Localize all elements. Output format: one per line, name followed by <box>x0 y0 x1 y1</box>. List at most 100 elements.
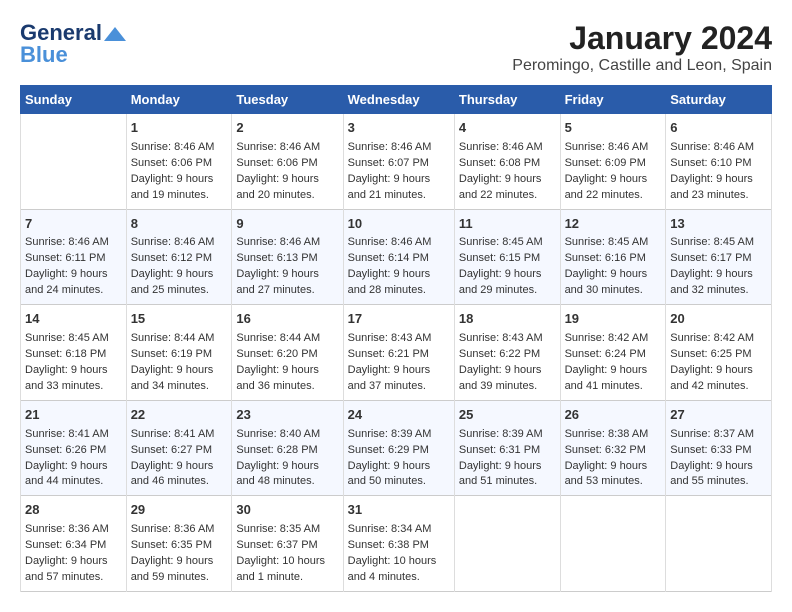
day-number: 8 <box>131 215 228 234</box>
cell-line-0: Sunrise: 8:46 AM <box>348 235 450 251</box>
cell-line-0: Sunrise: 8:45 AM <box>25 331 122 347</box>
cell-line-0: Sunrise: 8:39 AM <box>348 427 450 443</box>
cell-line-1: Sunset: 6:24 PM <box>565 347 662 363</box>
cell-5-1: 28Sunrise: 8:36 AMSunset: 6:34 PMDayligh… <box>21 496 127 592</box>
day-number: 23 <box>236 406 338 425</box>
cell-line-0: Sunrise: 8:38 AM <box>565 427 662 443</box>
cell-2-5: 11Sunrise: 8:45 AMSunset: 6:15 PMDayligh… <box>454 209 560 305</box>
cell-line-2: Daylight: 9 hours <box>670 172 767 188</box>
col-header-wednesday: Wednesday <box>343 86 454 114</box>
cell-line-0: Sunrise: 8:37 AM <box>670 427 767 443</box>
day-number: 16 <box>236 310 338 329</box>
cell-3-1: 14Sunrise: 8:45 AMSunset: 6:18 PMDayligh… <box>21 305 127 401</box>
cell-line-0: Sunrise: 8:46 AM <box>25 235 122 251</box>
cell-line-0: Sunrise: 8:44 AM <box>131 331 228 347</box>
day-number: 12 <box>565 215 662 234</box>
cell-line-1: Sunset: 6:12 PM <box>131 251 228 267</box>
cell-line-0: Sunrise: 8:36 AM <box>25 522 122 538</box>
cell-line-2: Daylight: 9 hours <box>131 267 228 283</box>
day-number: 3 <box>348 119 450 138</box>
col-header-thursday: Thursday <box>454 86 560 114</box>
cell-line-1: Sunset: 6:06 PM <box>131 156 228 172</box>
cell-line-3: and 36 minutes. <box>236 379 338 395</box>
cell-line-1: Sunset: 6:29 PM <box>348 443 450 459</box>
cell-line-1: Sunset: 6:28 PM <box>236 443 338 459</box>
cell-1-5: 4Sunrise: 8:46 AMSunset: 6:08 PMDaylight… <box>454 114 560 210</box>
cell-3-5: 18Sunrise: 8:43 AMSunset: 6:22 PMDayligh… <box>454 305 560 401</box>
col-header-tuesday: Tuesday <box>232 86 343 114</box>
cell-line-0: Sunrise: 8:41 AM <box>25 427 122 443</box>
cell-line-2: Daylight: 9 hours <box>236 267 338 283</box>
week-row-5: 28Sunrise: 8:36 AMSunset: 6:34 PMDayligh… <box>21 496 772 592</box>
cell-line-0: Sunrise: 8:46 AM <box>131 235 228 251</box>
cell-line-3: and 39 minutes. <box>459 379 556 395</box>
cell-line-1: Sunset: 6:37 PM <box>236 538 338 554</box>
cell-line-3: and 55 minutes. <box>670 474 767 490</box>
cell-line-3: and 28 minutes. <box>348 283 450 299</box>
cell-line-2: Daylight: 9 hours <box>565 267 662 283</box>
cell-line-1: Sunset: 6:07 PM <box>348 156 450 172</box>
cell-line-0: Sunrise: 8:46 AM <box>348 140 450 156</box>
day-number: 10 <box>348 215 450 234</box>
day-number: 2 <box>236 119 338 138</box>
cell-line-3: and 33 minutes. <box>25 379 122 395</box>
cell-3-4: 17Sunrise: 8:43 AMSunset: 6:21 PMDayligh… <box>343 305 454 401</box>
cell-line-2: Daylight: 10 hours <box>348 554 450 570</box>
day-number: 11 <box>459 215 556 234</box>
cell-line-2: Daylight: 9 hours <box>25 267 122 283</box>
cell-4-6: 26Sunrise: 8:38 AMSunset: 6:32 PMDayligh… <box>560 400 666 496</box>
cell-line-2: Daylight: 9 hours <box>131 363 228 379</box>
col-header-friday: Friday <box>560 86 666 114</box>
location-title: Peromingo, Castille and Leon, Spain <box>512 57 772 75</box>
week-row-4: 21Sunrise: 8:41 AMSunset: 6:26 PMDayligh… <box>21 400 772 496</box>
cell-line-0: Sunrise: 8:46 AM <box>236 140 338 156</box>
cell-line-2: Daylight: 9 hours <box>236 459 338 475</box>
cell-line-3: and 22 minutes. <box>459 188 556 204</box>
cell-line-1: Sunset: 6:33 PM <box>670 443 767 459</box>
cell-line-2: Daylight: 9 hours <box>236 172 338 188</box>
cell-line-0: Sunrise: 8:45 AM <box>459 235 556 251</box>
cell-line-2: Daylight: 9 hours <box>459 267 556 283</box>
cell-line-0: Sunrise: 8:41 AM <box>131 427 228 443</box>
cell-line-3: and 22 minutes. <box>565 188 662 204</box>
day-number: 15 <box>131 310 228 329</box>
cell-line-0: Sunrise: 8:42 AM <box>565 331 662 347</box>
day-number: 6 <box>670 119 767 138</box>
cell-line-2: Daylight: 10 hours <box>236 554 338 570</box>
cell-line-2: Daylight: 9 hours <box>131 459 228 475</box>
cell-line-0: Sunrise: 8:46 AM <box>565 140 662 156</box>
cell-line-3: and 24 minutes. <box>25 283 122 299</box>
cell-line-2: Daylight: 9 hours <box>236 363 338 379</box>
cell-2-2: 8Sunrise: 8:46 AMSunset: 6:12 PMDaylight… <box>126 209 232 305</box>
cell-5-6 <box>560 496 666 592</box>
cell-line-3: and 25 minutes. <box>131 283 228 299</box>
cell-line-3: and 23 minutes. <box>670 188 767 204</box>
cell-line-0: Sunrise: 8:40 AM <box>236 427 338 443</box>
day-number: 18 <box>459 310 556 329</box>
cell-line-3: and 46 minutes. <box>131 474 228 490</box>
day-number: 24 <box>348 406 450 425</box>
cell-line-0: Sunrise: 8:35 AM <box>236 522 338 538</box>
cell-line-1: Sunset: 6:38 PM <box>348 538 450 554</box>
cell-1-1 <box>21 114 127 210</box>
week-row-2: 7Sunrise: 8:46 AMSunset: 6:11 PMDaylight… <box>21 209 772 305</box>
cell-line-3: and 42 minutes. <box>670 379 767 395</box>
cell-line-2: Daylight: 9 hours <box>348 363 450 379</box>
cell-line-1: Sunset: 6:14 PM <box>348 251 450 267</box>
cell-line-0: Sunrise: 8:34 AM <box>348 522 450 538</box>
cell-line-3: and 41 minutes. <box>565 379 662 395</box>
cell-4-4: 24Sunrise: 8:39 AMSunset: 6:29 PMDayligh… <box>343 400 454 496</box>
cell-line-2: Daylight: 9 hours <box>459 172 556 188</box>
cell-line-1: Sunset: 6:19 PM <box>131 347 228 363</box>
cell-1-4: 3Sunrise: 8:46 AMSunset: 6:07 PMDaylight… <box>343 114 454 210</box>
cell-4-7: 27Sunrise: 8:37 AMSunset: 6:33 PMDayligh… <box>666 400 772 496</box>
day-number: 21 <box>25 406 122 425</box>
cell-1-2: 1Sunrise: 8:46 AMSunset: 6:06 PMDaylight… <box>126 114 232 210</box>
cell-line-0: Sunrise: 8:43 AM <box>348 331 450 347</box>
cell-line-1: Sunset: 6:32 PM <box>565 443 662 459</box>
cell-5-3: 30Sunrise: 8:35 AMSunset: 6:37 PMDayligh… <box>232 496 343 592</box>
cell-line-1: Sunset: 6:17 PM <box>670 251 767 267</box>
cell-line-3: and 20 minutes. <box>236 188 338 204</box>
cell-5-2: 29Sunrise: 8:36 AMSunset: 6:35 PMDayligh… <box>126 496 232 592</box>
cell-line-3: and 51 minutes. <box>459 474 556 490</box>
